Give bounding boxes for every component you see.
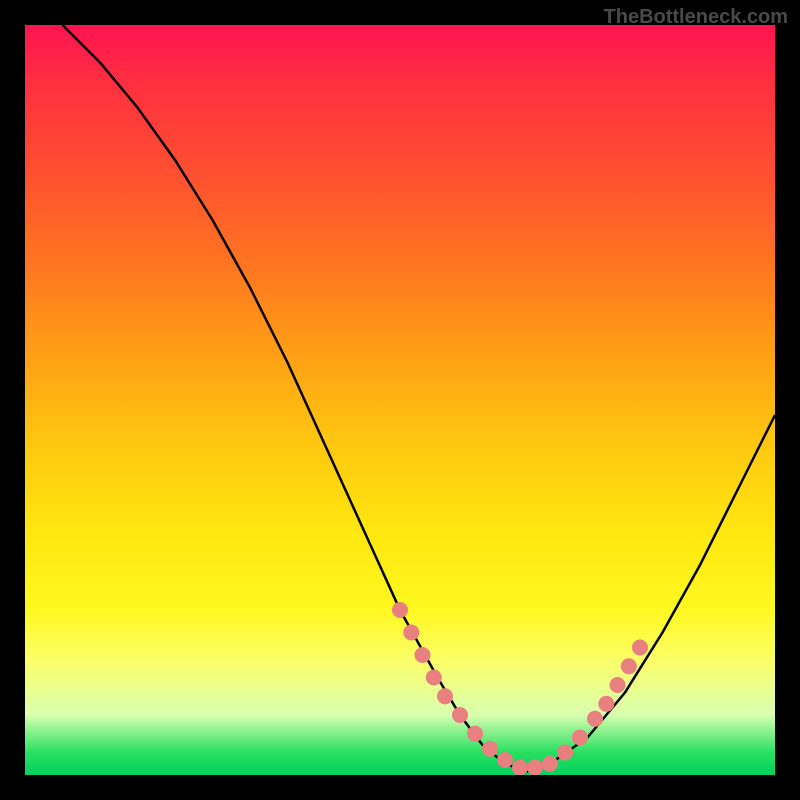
marker-dot bbox=[598, 696, 614, 712]
curve-svg bbox=[25, 25, 775, 775]
marker-dot bbox=[426, 670, 442, 686]
watermark-text: TheBottleneck.com bbox=[604, 6, 788, 29]
marker-dot bbox=[467, 726, 483, 742]
marker-dot bbox=[452, 707, 468, 723]
marker-dot bbox=[610, 677, 626, 693]
highlight-markers bbox=[392, 602, 648, 775]
marker-dot bbox=[621, 658, 637, 674]
marker-dot bbox=[587, 711, 603, 727]
marker-dot bbox=[392, 602, 408, 618]
marker-dot bbox=[497, 752, 513, 768]
marker-dot bbox=[632, 640, 648, 656]
marker-dot bbox=[437, 688, 453, 704]
marker-dot bbox=[542, 756, 558, 772]
marker-dot bbox=[403, 625, 419, 641]
marker-dot bbox=[557, 745, 573, 761]
marker-dot bbox=[527, 760, 543, 776]
chart-container: TheBottleneck.com bbox=[0, 0, 800, 800]
marker-dot bbox=[572, 730, 588, 746]
marker-dot bbox=[415, 647, 431, 663]
marker-dot bbox=[512, 760, 528, 776]
plot-area bbox=[25, 25, 775, 775]
marker-dot bbox=[482, 741, 498, 757]
